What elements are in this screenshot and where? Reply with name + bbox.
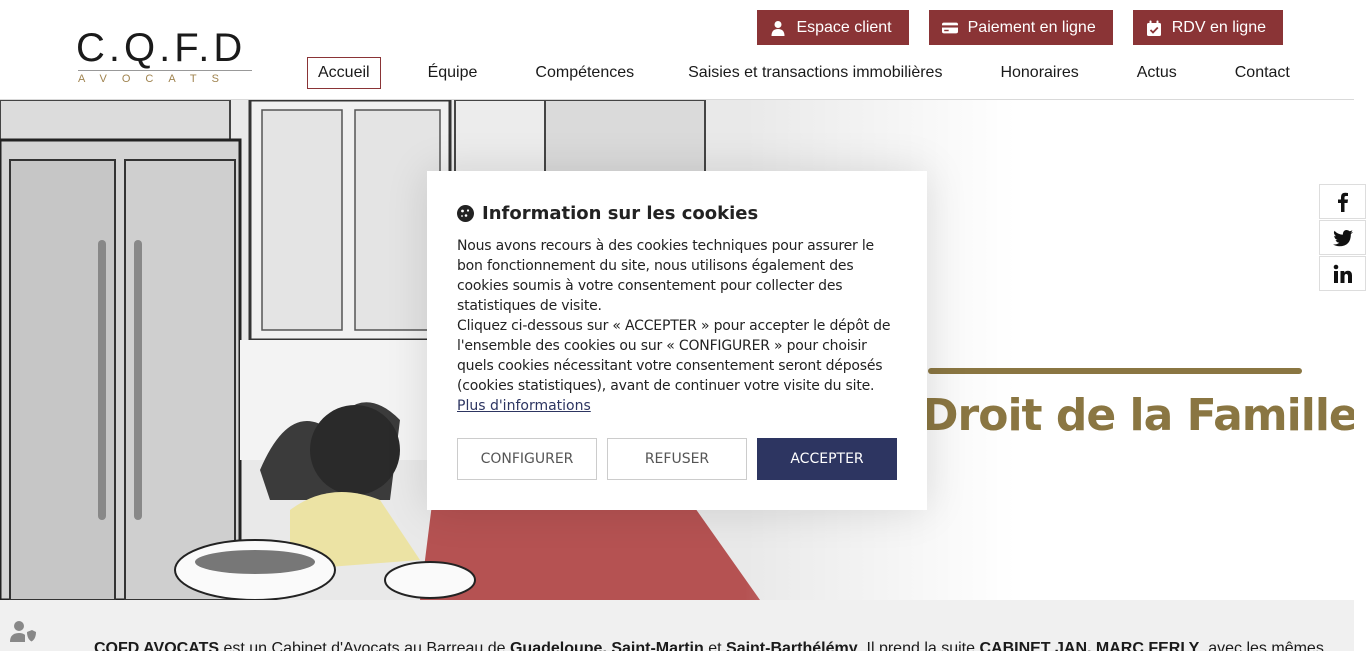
user-shield-icon bbox=[10, 621, 36, 642]
paiement-en-ligne-label: Paiement en ligne bbox=[967, 18, 1096, 36]
linkedin-button[interactable] bbox=[1319, 256, 1366, 291]
cookie-icon bbox=[457, 205, 474, 222]
intro-text-part4: et bbox=[703, 640, 727, 651]
intro-text-part2: est un Cabinet d'Avocats au Barreau de bbox=[219, 640, 510, 651]
twitter-button[interactable] bbox=[1319, 220, 1366, 255]
linkedin-icon bbox=[1333, 264, 1352, 283]
nav-item-actus[interactable]: Actus bbox=[1126, 57, 1188, 89]
logo-divider bbox=[78, 70, 252, 71]
refuse-button[interactable]: REFUSER bbox=[607, 438, 747, 480]
credit-card-icon bbox=[941, 22, 958, 33]
nav-item-contact[interactable]: Contact bbox=[1224, 57, 1301, 89]
nav-item-saisies[interactable]: Saisies et transactions immobilières bbox=[677, 57, 953, 89]
calendar-check-icon bbox=[1146, 20, 1161, 36]
more-info-link[interactable]: Plus d'informations bbox=[457, 396, 591, 416]
nav-item-competences[interactable]: Compétences bbox=[524, 57, 645, 89]
espace-client-button[interactable]: Espace client bbox=[757, 10, 909, 45]
intro-band: CQFD AVOCATS est un Cabinet d'Avocats au… bbox=[0, 600, 1354, 651]
hero-title: Droit de la Famille bbox=[922, 390, 1354, 441]
logo-title: C.Q.F.D bbox=[76, 26, 247, 70]
espace-client-label: Espace client bbox=[796, 18, 892, 36]
intro-text: CQFD AVOCATS est un Cabinet d'Avocats au… bbox=[94, 640, 1324, 651]
rdv-en-ligne-label: RDV en ligne bbox=[1171, 18, 1266, 36]
accept-button[interactable]: ACCEPTER bbox=[757, 438, 897, 480]
intro-previous-cabinet: CABINET JAN, MARC FERLY bbox=[979, 640, 1200, 651]
cookie-dialog-paragraph-1: Nous avons recours à des cookies techniq… bbox=[457, 238, 874, 314]
intro-text-part6: . Il prend la suite bbox=[857, 640, 980, 651]
cookie-dialog-title: Information sur les cookies bbox=[482, 203, 759, 224]
social-bar bbox=[1319, 184, 1366, 292]
logo[interactable]: C.Q.F.D AVOCATS bbox=[76, 28, 261, 90]
intro-cabinet-name: CQFD AVOCATS bbox=[94, 640, 220, 651]
nav-item-equipe[interactable]: Équipe bbox=[417, 57, 489, 89]
cookie-dialog-buttons: CONFIGURER REFUSER ACCEPTER bbox=[457, 438, 897, 480]
top-buttons: Espace client Paiement en ligne RDV en l… bbox=[757, 10, 1283, 45]
main-nav: Accueil Équipe Compétences Saisies et tr… bbox=[307, 57, 1301, 89]
rdv-en-ligne-button[interactable]: RDV en ligne bbox=[1132, 10, 1283, 45]
twitter-icon bbox=[1332, 229, 1353, 246]
facebook-button[interactable] bbox=[1319, 184, 1366, 219]
facebook-icon bbox=[1337, 192, 1348, 212]
hero-title-rule bbox=[928, 368, 1302, 374]
intro-bar-location: Guadeloupe, Saint-Martin bbox=[509, 640, 704, 651]
cookie-dialog-header: Information sur les cookies bbox=[457, 203, 897, 224]
nav-item-honoraires[interactable]: Honoraires bbox=[989, 57, 1089, 89]
paiement-en-ligne-button[interactable]: Paiement en ligne bbox=[928, 10, 1113, 45]
intro-text-part8: , avec les mêmes bbox=[1199, 640, 1324, 651]
intro-saint-barth: Saint-Barthélémy bbox=[726, 640, 858, 651]
cookie-dialog: Information sur les cookies Nous avons r… bbox=[427, 171, 927, 510]
logo-subtitle: AVOCATS bbox=[78, 73, 234, 85]
nav-item-accueil[interactable]: Accueil bbox=[307, 57, 381, 89]
cookie-dialog-paragraph-2: Cliquez ci-dessous sur « ACCEPTER » pour… bbox=[457, 318, 891, 394]
site-header: C.Q.F.D AVOCATS Espace client Paiement e… bbox=[0, 0, 1354, 100]
user-icon bbox=[771, 20, 785, 36]
configure-button[interactable]: CONFIGURER bbox=[457, 438, 597, 480]
